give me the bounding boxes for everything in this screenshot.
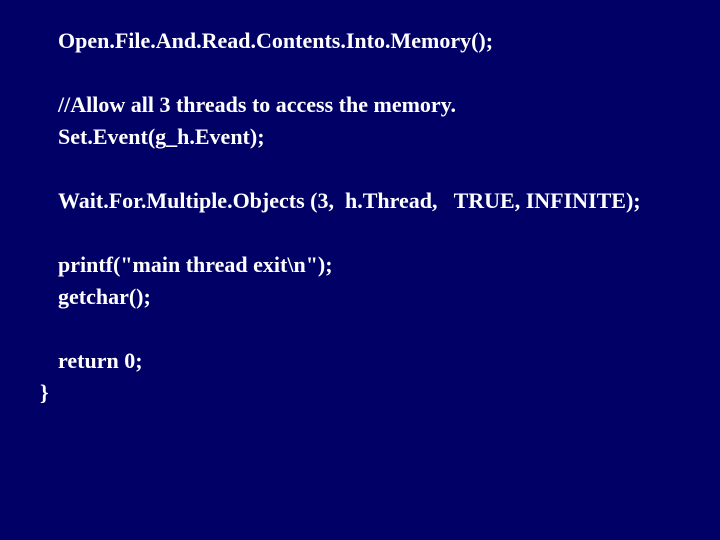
code-line-4: Wait.For.Multiple.Objects (3, h.Thread, …	[58, 185, 680, 217]
code-block: Open.File.And.Read.Contents.Into.Memory(…	[58, 25, 680, 377]
blank-line	[58, 313, 680, 345]
code-line-6: getchar();	[58, 281, 680, 313]
code-line-2: //Allow all 3 threads to access the memo…	[58, 89, 680, 121]
code-line-8: }	[40, 377, 680, 409]
code-line-3: Set.Event(g_h.Event);	[58, 121, 680, 153]
code-line-7: return 0;	[58, 345, 680, 377]
code-line-1: Open.File.And.Read.Contents.Into.Memory(…	[58, 25, 680, 57]
blank-line	[58, 153, 680, 185]
blank-line	[58, 217, 680, 249]
code-slide: Open.File.And.Read.Contents.Into.Memory(…	[0, 0, 720, 540]
code-line-5: printf("main thread exit\n");	[58, 249, 680, 281]
blank-line	[58, 57, 680, 89]
